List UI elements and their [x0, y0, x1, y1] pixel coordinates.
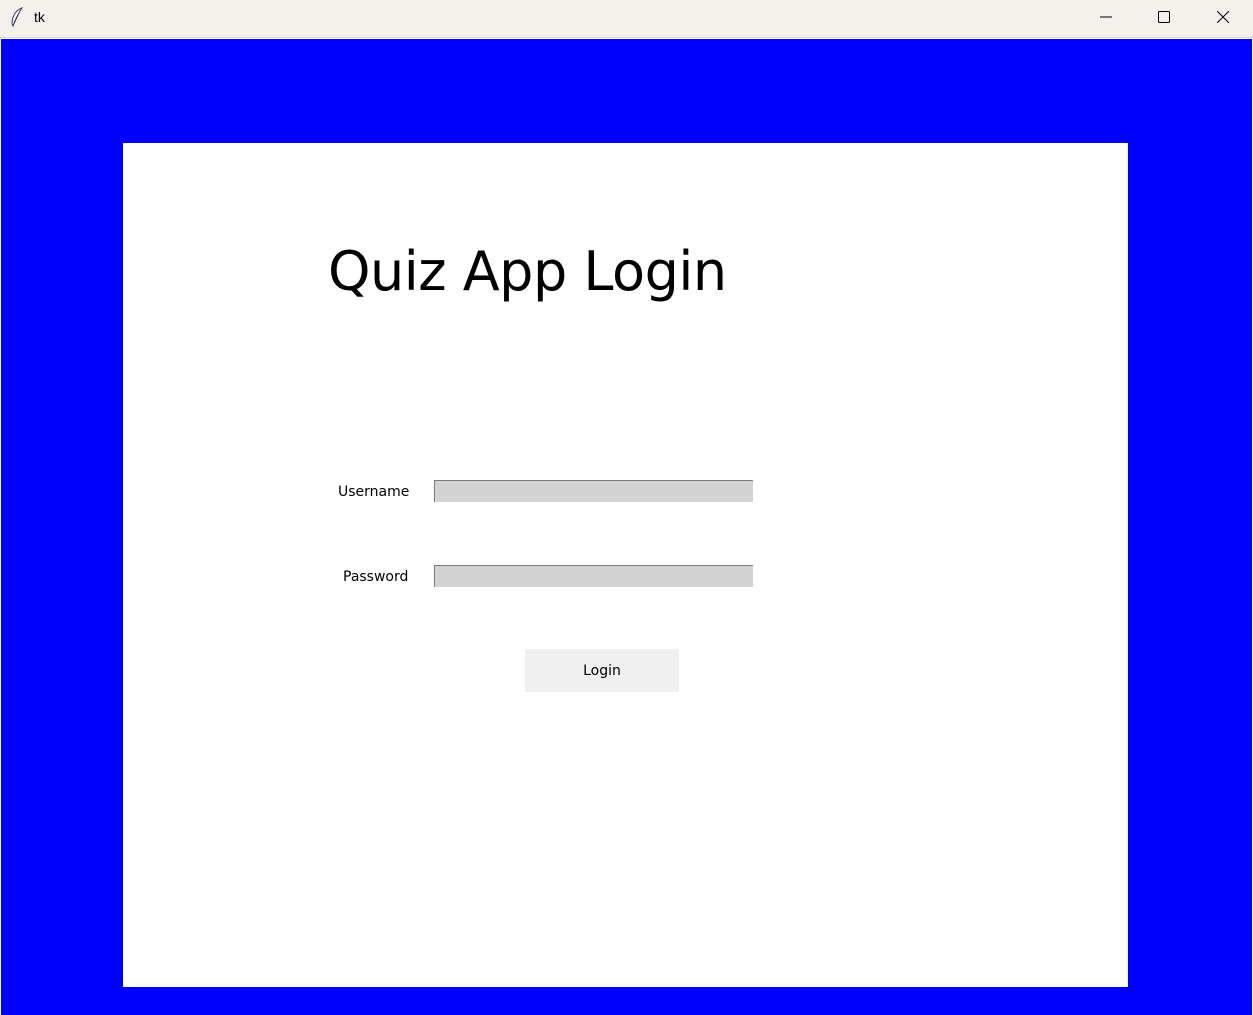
login-button[interactable]: Login: [525, 649, 679, 692]
minimize-icon: [1100, 8, 1112, 27]
tk-feather-icon: [10, 7, 24, 28]
username-label: Username: [338, 484, 410, 500]
maximize-button[interactable]: [1136, 0, 1192, 34]
title-bar[interactable]: tk: [0, 0, 1253, 38]
maximize-icon: [1158, 8, 1170, 27]
password-label: Password: [343, 569, 409, 585]
close-button[interactable]: [1195, 0, 1251, 34]
username-input[interactable]: [434, 480, 753, 502]
window-title: tk: [34, 9, 45, 25]
minimize-button[interactable]: [1078, 0, 1134, 34]
app-window: tk Quiz App Login Username Password Logi…: [0, 0, 1253, 1015]
page-title: Quiz App Login: [328, 240, 727, 303]
password-input[interactable]: [434, 565, 753, 587]
close-icon: [1216, 8, 1230, 27]
